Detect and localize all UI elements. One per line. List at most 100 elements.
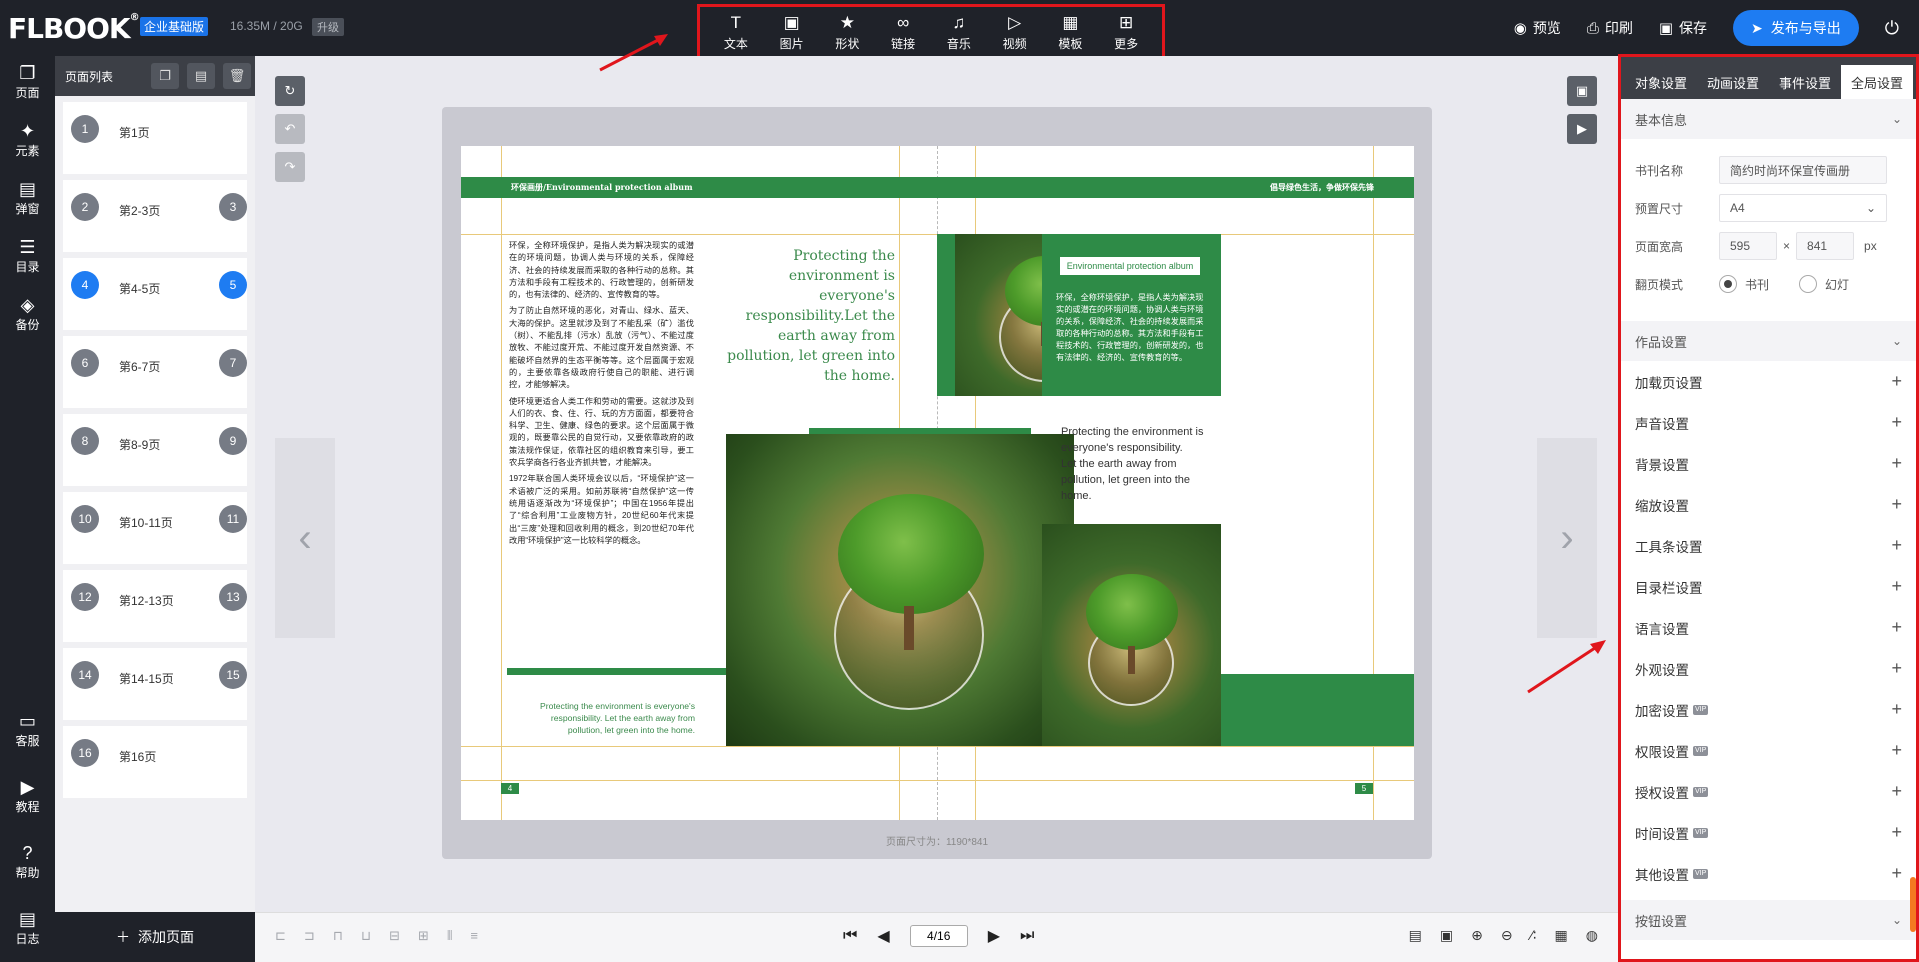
print-button[interactable]: ⎙ 印刷	[1587, 18, 1633, 38]
section-basic-info[interactable]: 基本信息 ⌄	[1621, 99, 1916, 139]
settings-icon[interactable]: ◍	[1586, 927, 1598, 944]
flip-book-radio[interactable]	[1719, 275, 1737, 293]
setting-loading-page[interactable]: 加载页设置 +	[1621, 361, 1916, 402]
last-page-icon[interactable]: ⏭	[1020, 927, 1034, 945]
zoom-out-icon[interactable]: ⊖	[1501, 927, 1513, 944]
setting-language[interactable]: 语言设置 +	[1621, 607, 1916, 648]
setting-zoom[interactable]: 缩放设置 +	[1621, 484, 1916, 525]
add-page-button[interactable]: ＋添加页面	[55, 912, 255, 962]
quote-right[interactable]: Protecting the environment is everyone's…	[1061, 424, 1211, 504]
fit-icon[interactable]: ▣	[1440, 927, 1453, 944]
setting-toolbar[interactable]: 工具条设置 +	[1621, 525, 1916, 566]
tool-video[interactable]: ▷ 视频	[989, 13, 1041, 52]
body-text-column[interactable]: 环保，全称环境保护，是指人类为解决现实的或潜在的环境问题，协调人类与环境的关系，…	[509, 240, 694, 551]
tab-object-settings[interactable]: 对象设置	[1625, 65, 1697, 99]
grid-icon[interactable]: ▦	[1555, 927, 1568, 944]
play-icon[interactable]: ▶	[1567, 114, 1597, 144]
nav-page[interactable]: ❐ 页面	[0, 62, 55, 101]
setting-time[interactable]: 时间设置 VIP +	[1621, 812, 1916, 853]
nav-backup[interactable]: ◈ 备份	[0, 294, 55, 333]
setting-other[interactable]: 其他设置 VIP +	[1621, 853, 1916, 894]
tab-animation-settings[interactable]: 动画设置	[1697, 65, 1769, 99]
ruler-icon[interactable]: ∕∶	[1531, 927, 1537, 944]
power-icon[interactable]: ⏻	[1885, 18, 1899, 39]
page-number-left: 10	[71, 505, 99, 533]
page-spread[interactable]: 环保画册/Environmental protection album 倡导绿色…	[461, 146, 1414, 820]
history-icon[interactable]: ↻	[275, 76, 305, 106]
upgrade-button[interactable]: 升级	[312, 18, 344, 36]
next-page-icon[interactable]: ▶	[988, 926, 1000, 946]
page-view-icon[interactable]: ▤	[1409, 927, 1422, 944]
nav-service[interactable]: ▭ 客服	[0, 710, 55, 749]
section-button-settings[interactable]: 按钮设置 ⌄	[1621, 900, 1916, 940]
tree-photo-right[interactable]	[1042, 524, 1221, 746]
tool-shape[interactable]: ★ 形状	[821, 13, 873, 52]
page-item[interactable]: 2 第2-3页 3	[63, 180, 247, 252]
nav-popup[interactable]: ▤ 弹窗	[0, 178, 55, 217]
preview-button[interactable]: ◉ 预览	[1514, 18, 1561, 38]
tool-image[interactable]: ▣ 图片	[766, 13, 818, 52]
page-item[interactable]: 12 第12-13页 13	[63, 570, 247, 642]
setting-sound[interactable]: 声音设置 +	[1621, 402, 1916, 443]
green-text-block[interactable]: Environmental protection album 环保，全称环境保护…	[1042, 234, 1221, 396]
page-item[interactable]: 1 第1页	[63, 102, 247, 174]
page-item[interactable]: 6 第6-7页 7	[63, 336, 247, 408]
align-right-icon[interactable]: ⊓	[333, 928, 343, 944]
prev-page-arrow[interactable]: ‹	[275, 438, 335, 638]
add-layer-icon[interactable]: ▣	[1567, 76, 1597, 106]
first-page-icon[interactable]: ⏮	[843, 927, 857, 945]
nav-log[interactable]: ▤ 日志	[0, 908, 55, 947]
tool-music[interactable]: ♫ 音乐	[933, 13, 985, 52]
align-top-icon[interactable]: ⊔	[361, 928, 371, 944]
paste-page-icon[interactable]: ▤	[187, 63, 215, 89]
page-number-input[interactable]	[909, 925, 968, 947]
prev-page-icon[interactable]: ◀	[877, 926, 889, 946]
nav-tutorial[interactable]: ▶ 教程	[0, 776, 55, 815]
align-middle-icon[interactable]: ⊟	[389, 928, 400, 944]
setting-appearance[interactable]: 外观设置 +	[1621, 648, 1916, 689]
tool-text[interactable]: T 文本	[710, 13, 762, 52]
tool-link[interactable]: ∞ 链接	[877, 13, 929, 52]
quote-small[interactable]: Protecting the environment is everyone's…	[521, 700, 695, 736]
setting-permission[interactable]: 权限设置 VIP +	[1621, 730, 1916, 771]
undo-icon[interactable]: ↶	[275, 114, 305, 144]
page-item[interactable]: 16 第16页	[63, 726, 247, 798]
distribute-h-icon[interactable]: ⫴	[447, 928, 452, 944]
copy-page-icon[interactable]: ❐	[151, 63, 179, 89]
tab-event-settings[interactable]: 事件设置	[1769, 65, 1841, 99]
page-item[interactable]: 8 第8-9页 9	[63, 414, 247, 486]
book-name-input[interactable]: 简约时尚环保宣传画册	[1719, 156, 1887, 184]
nav-elements[interactable]: ✦ 元素	[0, 120, 55, 159]
publish-button[interactable]: ➤ 发布与导出	[1733, 10, 1859, 46]
align-center-icon[interactable]: ⊐	[304, 928, 315, 944]
panel-scrollbar[interactable]	[1910, 877, 1916, 932]
section-work-settings[interactable]: 作品设置 ⌄	[1621, 321, 1916, 361]
page-item[interactable]: 10 第10-11页 11	[63, 492, 247, 564]
width-input[interactable]: 595	[1719, 232, 1777, 260]
redo-icon[interactable]: ↷	[275, 152, 305, 182]
flip-slide-radio[interactable]	[1799, 275, 1818, 293]
page-item-active[interactable]: 4 第4-5页 5	[63, 258, 247, 330]
setting-encryption[interactable]: 加密设置 VIP +	[1621, 689, 1916, 730]
setting-authorization[interactable]: 授权设置 VIP +	[1621, 771, 1916, 812]
nav-help[interactable]: ? 帮助	[0, 842, 55, 881]
align-bottom-icon[interactable]: ⊞	[418, 928, 429, 944]
distribute-v-icon[interactable]: ≡	[470, 928, 478, 944]
tool-template[interactable]: ▦ 模板	[1044, 13, 1096, 52]
nav-catalog[interactable]: ☰ 目录	[0, 236, 55, 275]
page-item[interactable]: 14 第14-15页 15	[63, 648, 247, 720]
align-left-icon[interactable]: ⊏	[275, 928, 286, 944]
height-input[interactable]: 841	[1796, 232, 1855, 260]
setting-background[interactable]: 背景设置 +	[1621, 443, 1916, 484]
setting-catalog[interactable]: 目录栏设置 +	[1621, 566, 1916, 607]
tree-photo-large[interactable]	[726, 434, 1074, 746]
save-button[interactable]: ▣ 保存	[1659, 18, 1707, 38]
delete-page-icon[interactable]: 🗑	[223, 63, 251, 89]
preset-select[interactable]: A4 ⌄	[1719, 194, 1887, 222]
quote-large[interactable]: Protecting the environment is everyone's…	[719, 246, 895, 386]
next-page-arrow[interactable]: ›	[1537, 438, 1597, 638]
tab-global-settings[interactable]: 全局设置	[1841, 65, 1914, 99]
zoom-in-icon[interactable]: ⊕	[1471, 927, 1483, 944]
more-icon: ⊞	[1119, 13, 1134, 32]
tool-more[interactable]: ⊞ 更多	[1100, 13, 1152, 52]
